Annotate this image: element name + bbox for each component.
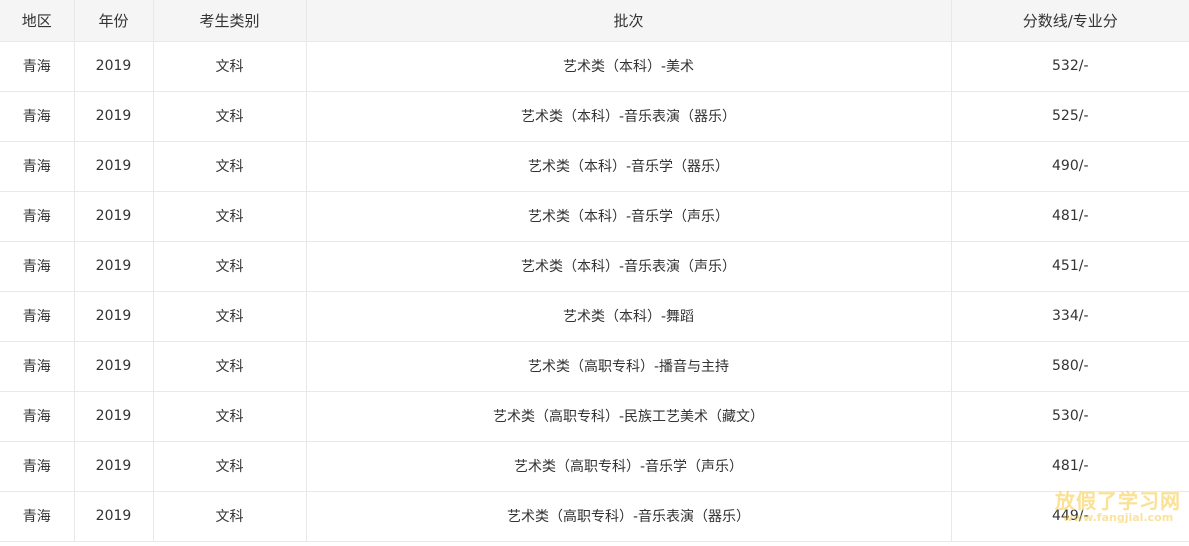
cell-year: 2019 xyxy=(74,341,154,392)
cell-batch: 艺术类（高职专科）-民族工艺美术（藏文） xyxy=(306,391,952,442)
cell-year: 2019 xyxy=(74,91,154,142)
header-batch: 批次 xyxy=(306,0,952,42)
cell-region: 青海 xyxy=(0,241,75,292)
cell-score: 580/- xyxy=(951,341,1189,392)
table-row: 青海 2019 文科 艺术类（高职专科）-播音与主持 580/- xyxy=(0,341,1189,392)
cell-batch: 艺术类（本科）-音乐表演（声乐） xyxy=(306,241,952,292)
cell-year: 2019 xyxy=(74,491,154,542)
cell-region: 青海 xyxy=(0,391,75,442)
header-category: 考生类别 xyxy=(153,0,307,42)
cell-region: 青海 xyxy=(0,91,75,142)
cell-batch: 艺术类（高职专科）-音乐学（声乐） xyxy=(306,441,952,492)
table-body: 青海 2019 文科 艺术类（本科）-美术 532/- 青海 2019 文科 艺… xyxy=(0,41,1189,542)
table-row: 青海 2019 文科 艺术类（本科）-音乐学（声乐） 481/- xyxy=(0,191,1189,242)
cell-batch: 艺术类（本科）-音乐表演（器乐） xyxy=(306,91,952,142)
cell-region: 青海 xyxy=(0,41,75,92)
table-row: 青海 2019 文科 艺术类（高职专科）-音乐表演（器乐） 449/- xyxy=(0,491,1189,542)
cell-category: 文科 xyxy=(153,41,307,92)
cell-category: 文科 xyxy=(153,141,307,192)
cell-region: 青海 xyxy=(0,491,75,542)
cell-score: 449/- xyxy=(951,491,1189,542)
cell-category: 文科 xyxy=(153,491,307,542)
cell-year: 2019 xyxy=(74,291,154,342)
cell-year: 2019 xyxy=(74,241,154,292)
cell-score: 530/- xyxy=(951,391,1189,442)
table-row: 青海 2019 文科 艺术类（高职专科）-音乐学（声乐） 481/- xyxy=(0,441,1189,492)
cell-year: 2019 xyxy=(74,391,154,442)
cell-category: 文科 xyxy=(153,191,307,242)
cell-year: 2019 xyxy=(74,41,154,92)
table-row: 青海 2019 文科 艺术类（高职专科）-民族工艺美术（藏文） 530/- xyxy=(0,391,1189,442)
cell-year: 2019 xyxy=(74,191,154,242)
header-score: 分数线/专业分 xyxy=(951,0,1189,42)
cell-batch: 艺术类（本科）-舞蹈 xyxy=(306,291,952,342)
table-row: 青海 2019 文科 艺术类（本科）-美术 532/- xyxy=(0,41,1189,92)
cell-batch: 艺术类（本科）-音乐学（器乐） xyxy=(306,141,952,192)
cell-year: 2019 xyxy=(74,141,154,192)
score-table: 地区 年份 考生类别 批次 分数线/专业分 青海 2019 文科 艺术类（本科）… xyxy=(0,0,1189,542)
cell-batch: 艺术类（高职专科）-音乐表演（器乐） xyxy=(306,491,952,542)
cell-score: 532/- xyxy=(951,41,1189,92)
cell-region: 青海 xyxy=(0,441,75,492)
cell-category: 文科 xyxy=(153,341,307,392)
table-row: 青海 2019 文科 艺术类（本科）-舞蹈 334/- xyxy=(0,291,1189,342)
cell-score: 490/- xyxy=(951,141,1189,192)
header-year: 年份 xyxy=(74,0,154,42)
cell-region: 青海 xyxy=(0,291,75,342)
table-row: 青海 2019 文科 艺术类（本科）-音乐表演（器乐） 525/- xyxy=(0,91,1189,142)
cell-region: 青海 xyxy=(0,191,75,242)
cell-score: 525/- xyxy=(951,91,1189,142)
header-row: 地区 年份 考生类别 批次 分数线/专业分 xyxy=(0,0,1189,42)
cell-year: 2019 xyxy=(74,441,154,492)
cell-category: 文科 xyxy=(153,291,307,342)
cell-region: 青海 xyxy=(0,341,75,392)
cell-region: 青海 xyxy=(0,141,75,192)
cell-score: 334/- xyxy=(951,291,1189,342)
table-header: 地区 年份 考生类别 批次 分数线/专业分 xyxy=(0,0,1189,42)
cell-category: 文科 xyxy=(153,441,307,492)
header-region: 地区 xyxy=(0,0,75,42)
cell-category: 文科 xyxy=(153,391,307,442)
cell-category: 文科 xyxy=(153,91,307,142)
cell-batch: 艺术类（高职专科）-播音与主持 xyxy=(306,341,952,392)
table-row: 青海 2019 文科 艺术类（本科）-音乐学（器乐） 490/- xyxy=(0,141,1189,192)
table-row: 青海 2019 文科 艺术类（本科）-音乐表演（声乐） 451/- xyxy=(0,241,1189,292)
cell-score: 481/- xyxy=(951,191,1189,242)
cell-score: 481/- xyxy=(951,441,1189,492)
cell-category: 文科 xyxy=(153,241,307,292)
cell-score: 451/- xyxy=(951,241,1189,292)
cell-batch: 艺术类（本科）-美术 xyxy=(306,41,952,92)
cell-batch: 艺术类（本科）-音乐学（声乐） xyxy=(306,191,952,242)
